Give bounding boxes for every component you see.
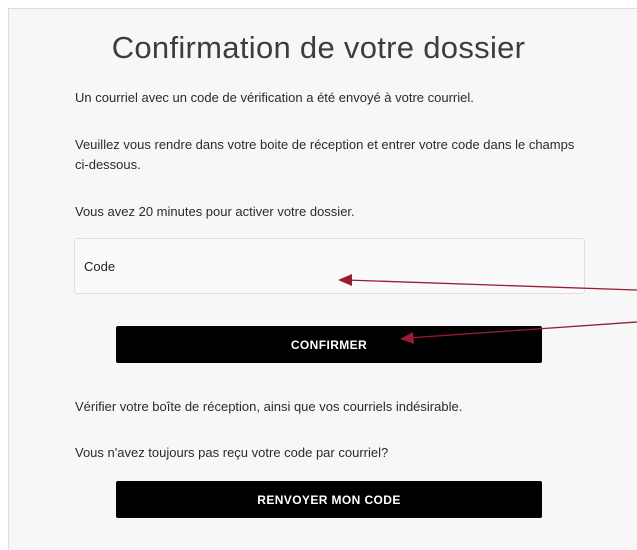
instructions-text: Veuillez vous rendre dans votre boite de… [75,137,575,172]
confirm-button[interactable]: CONFIRMER [116,326,542,363]
time-limit-text: Vous avez 20 minutes pour activer votre … [75,204,355,219]
code-input[interactable] [74,238,585,294]
check-inbox-text: Vérifier votre boîte de réception, ainsi… [75,399,463,414]
page-title: Confirmation de votre dossier [111,30,526,65]
email-sent-text: Un courriel avec un code de vérification… [75,90,474,105]
not-received-text: Vous n'avez toujours pas reçu votre code… [75,445,389,460]
resend-code-button[interactable]: RENVOYER MON CODE [116,481,542,518]
